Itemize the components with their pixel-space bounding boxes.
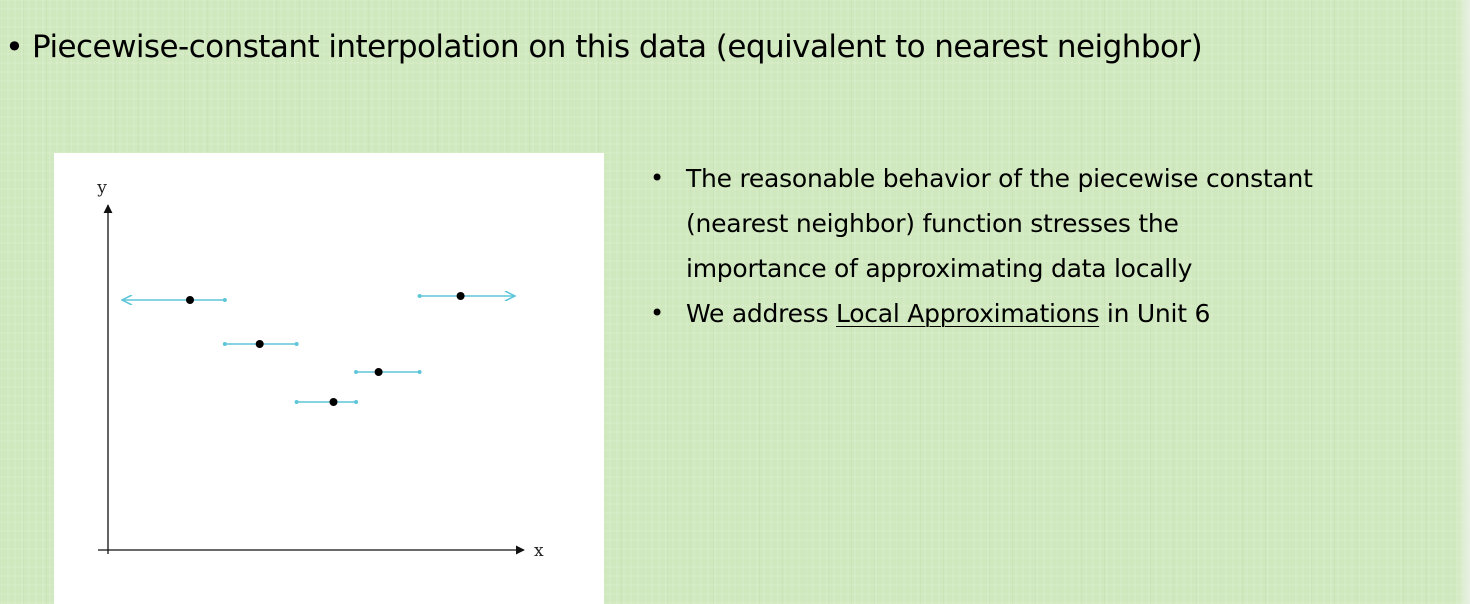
bullet-dot: • [650,164,664,192]
step-endpoint-1-end [222,298,227,302]
bullet-line: (nearest neighbor) function stresses the [686,209,1179,238]
x-axis-label: x [534,541,544,561]
step-endpoint-4-end [417,370,422,374]
bullet-dot: • [650,299,664,327]
bullet-text-before: We address [686,299,836,328]
title-text: Piecewise-constant interpolation on this… [32,29,1203,65]
data-point-3 [329,398,338,406]
step-endpoint-4-start [354,370,359,374]
bullet-line: The reasonable behavior of the piecewise… [686,164,1313,193]
interpolation-plot: yx [96,178,544,561]
bullet-text-after: in Unit 6 [1099,299,1211,328]
bullet-unit-reference: • We address Local Approximations in Uni… [646,291,1466,336]
data-point-4 [374,368,383,376]
data-point-2 [255,340,264,348]
bullet-line: importance of approximating data locally [686,254,1193,283]
data-point-1 [186,296,194,304]
step-endpoint-3-end [354,400,359,404]
slide-title: • Piecewise-constant interpolation on th… [0,22,1470,72]
bullet-local-behavior: • The reasonable behavior of the piecewi… [646,156,1466,291]
interpolation-figure: yx [54,153,604,604]
step-endpoint-5-start [417,294,422,298]
step-endpoint-2-start [222,342,227,346]
bullet-line: We address Local Approximations in Unit … [686,291,1466,336]
explanation-bullets: • The reasonable behavior of the piecewi… [646,156,1466,336]
step-endpoint-2-end [294,342,299,346]
y-axis-label: y [96,178,107,198]
data-point-5 [456,292,465,300]
step-endpoint-3-start [294,400,299,404]
title-bullet: • [5,28,24,66]
local-approximations-link[interactable]: Local Approximations [836,299,1099,328]
